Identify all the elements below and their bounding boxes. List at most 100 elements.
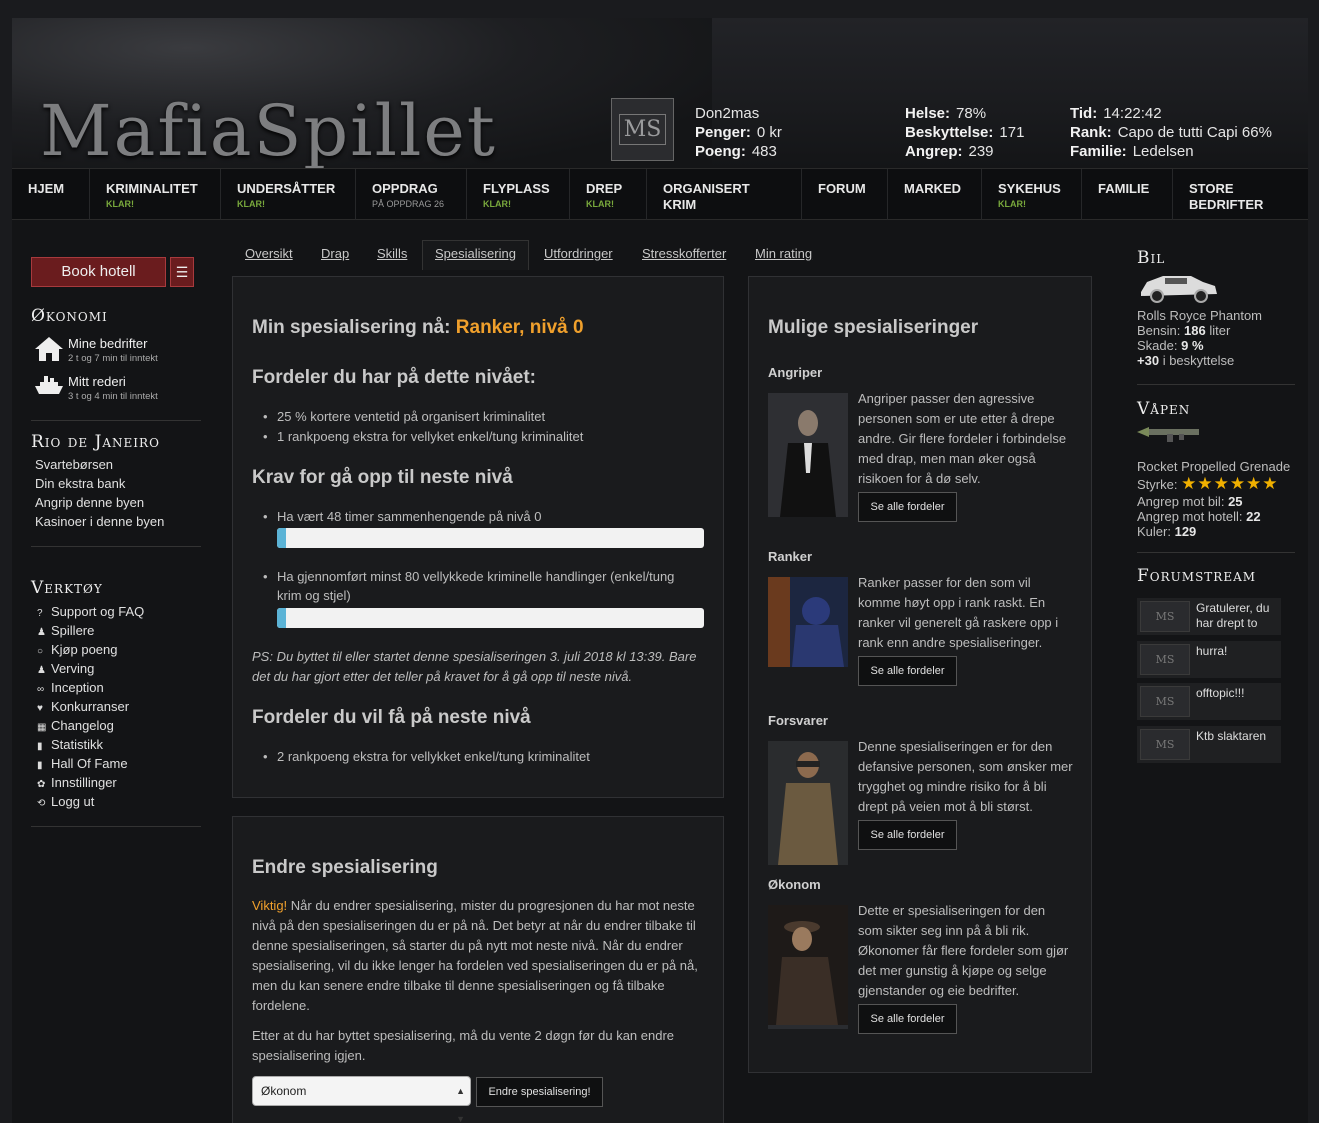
tab-drap[interactable]: Drap bbox=[321, 246, 349, 261]
select-arrows-icon: ▲ ▼ bbox=[456, 1086, 465, 1123]
tool-logg-ut[interactable]: ⟲ Logg ut bbox=[37, 794, 94, 809]
label: Kuler: bbox=[1137, 524, 1171, 539]
tab-stresskofferter[interactable]: Stresskofferter bbox=[642, 246, 726, 261]
tool-inception[interactable]: ∞ Inception bbox=[37, 680, 104, 695]
nav-oppdrag[interactable]: OPPDRAG PÅ OPPDRAG 26 bbox=[356, 169, 467, 220]
avatar-logo: MS bbox=[618, 114, 667, 145]
forum-post[interactable]: MS hurra! bbox=[1137, 641, 1281, 678]
nav-marked[interactable]: MARKED bbox=[888, 169, 982, 220]
spec-angriper-button[interactable]: Se alle fordeler bbox=[858, 492, 957, 522]
nav-hjem[interactable]: HJEM bbox=[12, 169, 90, 220]
benefit-item: 1 rankpoeng ekstra for vellyket enkel/tu… bbox=[263, 429, 583, 444]
site-logo[interactable]: MafiaSpillet bbox=[40, 90, 497, 168]
tool-konkurranser[interactable]: ♥ Konkurranser bbox=[37, 699, 129, 714]
nav-status: KLAR! bbox=[998, 199, 1026, 209]
avatar: MS bbox=[1140, 644, 1190, 675]
change-wait-note: Etter at du har byttet spesialisering, m… bbox=[252, 1028, 675, 1063]
nav-familie[interactable]: FAMILIE bbox=[1082, 169, 1173, 220]
value: 9 % bbox=[1181, 338, 1204, 353]
menu-icon[interactable]: ☰ bbox=[170, 257, 194, 287]
spec-okonom-button[interactable]: Se alle fordeler bbox=[858, 1004, 957, 1034]
tool-statistikk[interactable]: ▮ Statistikk bbox=[37, 737, 103, 752]
header: MafiaSpillet MS Don2mas Penger: 0 kr Poen… bbox=[12, 18, 1308, 168]
tool-spillere[interactable]: ♟ Spillere bbox=[37, 623, 94, 638]
tool-hall-of-fame[interactable]: ▮ Hall Of Fame bbox=[37, 756, 128, 771]
nav-label: HJEM bbox=[28, 181, 65, 196]
progress-fill bbox=[277, 608, 286, 628]
link-svartebørsen[interactable]: Svartebørsen bbox=[35, 457, 113, 472]
spec-ranker-button[interactable]: Se alle fordeler bbox=[858, 656, 957, 686]
avatar[interactable]: MS bbox=[611, 98, 674, 161]
tool-innstillinger[interactable]: ✿ Innstillinger bbox=[37, 775, 117, 790]
forum-post-text: Gratulerer, du har drept to bbox=[1196, 601, 1270, 630]
select-value: Økonom bbox=[261, 1084, 307, 1098]
forumstream-heading: Forumstream bbox=[1137, 566, 1257, 586]
forum-post[interactable]: MS Ktb slaktaren bbox=[1137, 726, 1281, 763]
requirement-item: Ha vært 48 timer sammenhengende på nivå … bbox=[263, 509, 542, 524]
divider bbox=[31, 420, 201, 421]
stat-beskyttelse: Beskyttelse: 171 bbox=[905, 124, 1025, 141]
forum-post[interactable]: MS Gratulerer, du har drept to bbox=[1137, 598, 1281, 635]
benefit-item: 25 % kortere ventetid på organisert krim… bbox=[263, 409, 545, 424]
next-benefits-heading: Fordeler du vil få på neste nivå bbox=[252, 707, 531, 728]
tool-kjop-poeng[interactable]: ○ Kjøp poeng bbox=[37, 642, 118, 657]
requirement-item: Ha gjennomført minst 80 vellykkede krimi… bbox=[263, 569, 674, 584]
nav-sykehus[interactable]: SYKEHUS KLAR! bbox=[982, 169, 1082, 220]
car-name[interactable]: Rolls Royce Phantom bbox=[1137, 308, 1262, 323]
tab-spesialisering[interactable]: Spesialisering bbox=[435, 246, 516, 261]
tool-label: Logg ut bbox=[51, 794, 95, 809]
nav-organisert-krim[interactable]: ORGANISERT KRIM bbox=[647, 169, 802, 220]
tool-verving[interactable]: ♟ Verving bbox=[37, 661, 94, 676]
link-kasinoer[interactable]: Kasinoer i denne byen bbox=[35, 514, 164, 529]
username[interactable]: Don2mas bbox=[695, 105, 759, 122]
divider bbox=[31, 546, 201, 547]
nav-flyplass[interactable]: FLYPLASS KLAR! bbox=[467, 169, 570, 220]
spec-forsvarer-button[interactable]: Se alle fordeler bbox=[858, 820, 957, 850]
nav-store-bedrifter[interactable]: STORE BEDRIFTER bbox=[1173, 169, 1308, 220]
link-angrip-byen[interactable]: Angrip denne byen bbox=[35, 495, 144, 510]
requirements-heading: Krav for gå opp til neste nivå bbox=[252, 467, 513, 488]
nav-label: FLYPLASS bbox=[483, 181, 550, 196]
value: 22 bbox=[1246, 509, 1261, 524]
spec-forsvarer-image bbox=[768, 741, 848, 865]
forum-post[interactable]: MS offtopic!!! bbox=[1137, 683, 1281, 720]
nav-label: FAMILIE bbox=[1098, 181, 1150, 196]
nav-status: KLAR! bbox=[586, 199, 614, 209]
nav-drep[interactable]: DREP KLAR! bbox=[570, 169, 647, 220]
current-spec-heading: Min spesialisering nå: Ranker, nivå 0 bbox=[252, 317, 584, 339]
book-hotell-button[interactable]: Book hotell bbox=[31, 257, 166, 287]
tool-label: Spillere bbox=[51, 623, 95, 638]
ship-icon bbox=[34, 374, 64, 403]
link-ekstra-bank[interactable]: Din ekstra bank bbox=[35, 476, 125, 491]
nav-kriminalitet[interactable]: KRIMINALITET KLAR! bbox=[90, 169, 221, 220]
stat-rank: Rank: Capo de tutti Capi 66% bbox=[1070, 124, 1272, 141]
nav-undersatter[interactable]: UNDERSÅTTER KLAR! bbox=[221, 169, 356, 220]
spec-ranker-image bbox=[768, 577, 848, 667]
tools-heading: Verktøy bbox=[31, 578, 103, 598]
nav-forum[interactable]: FORUM bbox=[802, 169, 888, 220]
value: +30 bbox=[1137, 353, 1160, 368]
weapon-angrep-bil: Angrep mot bil: 25 bbox=[1137, 494, 1243, 509]
tab-oversikt[interactable]: Oversikt bbox=[245, 246, 293, 261]
next-benefit-item: 2 rankpoeng ekstra for vellykket enkel/t… bbox=[263, 749, 590, 764]
tool-support[interactable]: ? Support og FAQ bbox=[37, 604, 144, 619]
divider bbox=[1137, 384, 1295, 385]
stat-penger: Penger: 0 kr bbox=[695, 124, 782, 141]
car-beskyttelse: +30 i beskyttelse bbox=[1137, 353, 1234, 368]
tab-min-rating[interactable]: Min rating bbox=[755, 246, 812, 261]
weapon-name[interactable]: Rocket Propelled Grenade bbox=[1137, 459, 1290, 474]
forum-post-text: hurra! bbox=[1196, 644, 1228, 658]
nav-label: OPPDRAG bbox=[372, 181, 438, 196]
specialization-select[interactable]: Økonom ▲ ▼ bbox=[252, 1076, 471, 1123]
forum-post-text: Ktb slaktaren bbox=[1196, 729, 1267, 743]
avatar: MS bbox=[1140, 686, 1190, 717]
tool-changelog[interactable]: ▦ Changelog bbox=[37, 718, 114, 733]
current-spec-value: Ranker, nivå 0 bbox=[455, 317, 584, 338]
requirement-item-cont: krim og stjel) bbox=[277, 588, 351, 603]
requirement-progress-bar bbox=[277, 528, 704, 548]
tab-skills[interactable]: Skills bbox=[377, 246, 407, 261]
users-icon: ♟ bbox=[37, 627, 46, 638]
nav-status: KLAR! bbox=[106, 199, 134, 209]
tab-utfordringer[interactable]: Utfordringer bbox=[544, 246, 613, 261]
change-specialization-button[interactable]: Endre spesialisering! bbox=[476, 1077, 603, 1107]
